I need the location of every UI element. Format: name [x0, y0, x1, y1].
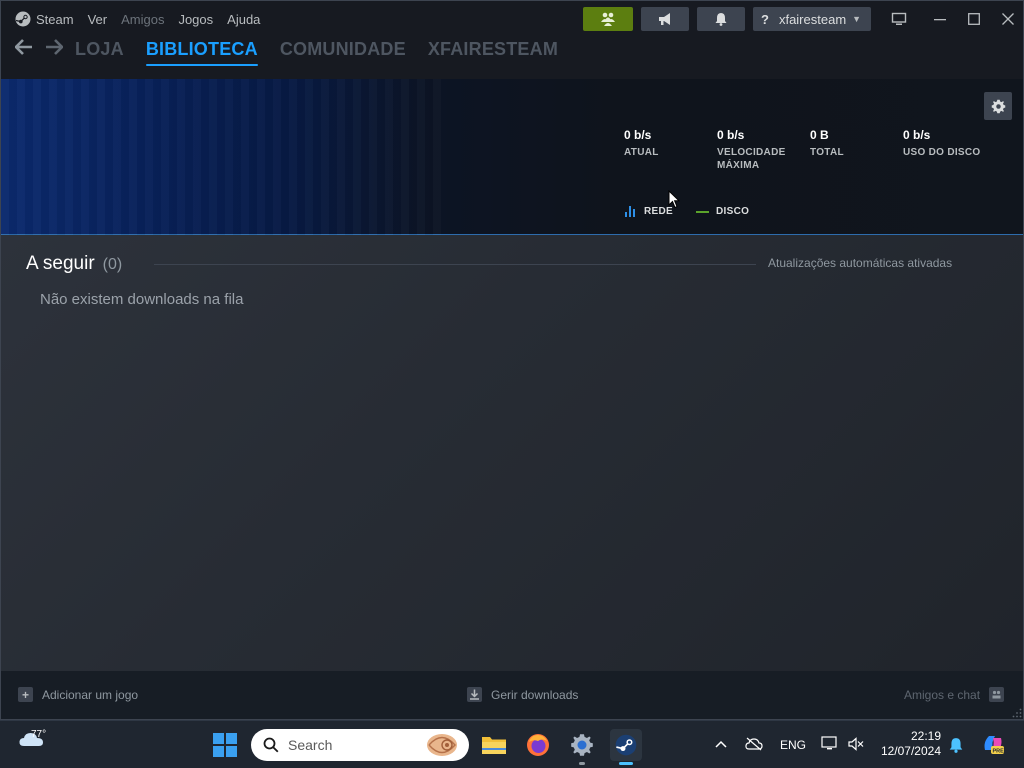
legend-disco[interactable]: DISCO	[696, 206, 749, 217]
help-icon: ?	[761, 11, 769, 27]
system-tray: ENG 22:19 12/07/2024 PRE	[0, 721, 1024, 768]
account-name: xfairesteam	[778, 11, 847, 27]
download-stats-panel: 0 b/s ATUAL 0 b/s VELOCIDADE MÁXIMA 0 B …	[1, 79, 1023, 235]
close-icon	[1002, 13, 1014, 25]
gear-icon	[991, 99, 1005, 113]
clock[interactable]: 22:19 12/07/2024	[879, 729, 941, 759]
empty-queue-message: Não existem downloads na fila	[40, 291, 244, 308]
legend-rede[interactable]: REDE	[625, 206, 673, 217]
stat-disco-label: USO DO DISCO	[903, 147, 981, 158]
clock-time: 22:19	[910, 729, 941, 743]
maximize-icon	[968, 13, 980, 25]
stat-atual-value: 0 b/s	[624, 128, 652, 142]
megaphone-icon	[659, 13, 670, 25]
chat-icon	[989, 687, 1005, 702]
add-game-button[interactable]: + Adicionar um jogo	[18, 687, 138, 702]
copilot-icon[interactable]: PRE	[981, 732, 1005, 756]
chevron-down-icon: ▼	[852, 14, 862, 24]
maximize-button[interactable]	[957, 1, 991, 37]
download-queue: A seguir (0) Atualizações automáticas at…	[1, 235, 1023, 671]
friends-chat-label: Amigos e chat	[904, 687, 981, 702]
friends-icon	[601, 12, 615, 26]
clock-date: 12/07/2024	[880, 744, 941, 758]
steam-logo-icon	[15, 11, 31, 27]
minimize-button[interactable]	[923, 1, 957, 37]
svg-text:PRE: PRE	[993, 749, 1005, 755]
back-arrow-icon[interactable]	[14, 38, 45, 61]
tab-profile[interactable]: XFAIRESTEAM	[428, 39, 558, 60]
menu-ver[interactable]: Ver	[88, 12, 108, 27]
close-button[interactable]	[991, 1, 1023, 37]
main-navigation: LOJA BIBLIOTECA COMUNIDADE XFAIRESTEAM	[1, 29, 580, 69]
menu-jogos[interactable]: Jogos	[178, 12, 213, 27]
minimize-icon	[934, 19, 946, 21]
steam-menu[interactable]: Steam	[15, 11, 74, 27]
stat-velocidade-value: 0 b/s	[717, 128, 745, 142]
stat-atual-label: ATUAL	[624, 147, 659, 158]
line-icon	[696, 210, 709, 213]
bar-chart-icon	[625, 206, 637, 217]
manage-downloads-button[interactable]: Gerir downloads	[467, 687, 578, 702]
chevron-up-icon[interactable]	[715, 740, 727, 748]
menu-ajuda[interactable]: Ajuda	[227, 12, 260, 27]
forward-arrow-icon[interactable]	[45, 38, 75, 61]
steam-menu-label: Steam	[36, 11, 74, 27]
stat-velocidade-maxima: 0 b/s VELOCIDADE MÁXIMA	[717, 128, 793, 172]
notifications-button[interactable]	[697, 7, 745, 31]
onedrive-offline-icon[interactable]	[745, 737, 763, 751]
queue-divider	[154, 264, 756, 265]
download-icon	[467, 687, 482, 702]
add-game-label: Adicionar um jogo	[42, 687, 139, 702]
stat-velocidade-label: VELOCIDADE MÁXIMA	[717, 147, 786, 171]
notification-bell-icon[interactable]	[949, 737, 963, 753]
volume-muted-icon[interactable]	[848, 737, 864, 751]
big-picture-button[interactable]	[879, 1, 919, 37]
windows-taskbar: 77° Search ENG 22:19 12/07/2024 PRE	[0, 720, 1024, 768]
mouse-cursor-icon	[668, 190, 680, 209]
resize-grip-icon[interactable]	[1012, 708, 1022, 718]
tab-comunidade[interactable]: COMUNIDADE	[280, 39, 406, 60]
account-menu-button[interactable]: ? xfairesteam ▼	[753, 7, 871, 31]
footer-bar: + Adicionar um jogo Gerir downloads Amig…	[1, 671, 1023, 719]
stat-total-value: 0 B	[810, 128, 829, 142]
plus-icon: +	[18, 687, 33, 702]
tab-biblioteca[interactable]: BIBLIOTECA	[145, 39, 258, 66]
download-settings-button[interactable]	[984, 92, 1012, 120]
stat-total: 0 B TOTAL	[810, 128, 844, 159]
stat-disco-value: 0 b/s	[903, 128, 931, 142]
menu-amigos[interactable]: Amigos	[121, 12, 164, 27]
queue-title: A seguir	[26, 253, 95, 274]
tab-loja[interactable]: LOJA	[75, 39, 124, 60]
manage-downloads-label: Gerir downloads	[491, 687, 579, 702]
queue-count: (0)	[102, 256, 123, 273]
auto-updates-status[interactable]: Atualizações automáticas ativadas	[768, 256, 952, 270]
queue-header: A seguir (0)	[26, 253, 122, 275]
big-picture-icon	[891, 12, 907, 25]
friends-activity-button[interactable]	[583, 7, 633, 31]
input-language[interactable]: ENG	[780, 738, 806, 752]
stat-total-label: TOTAL	[810, 147, 844, 158]
announcements-button[interactable]	[641, 7, 689, 31]
bell-icon	[715, 13, 727, 26]
steam-window: Steam Ver Amigos Jogos Ajuda ? xfaireste…	[0, 0, 1024, 720]
stat-uso-disco: 0 b/s USO DO DISCO	[903, 128, 981, 159]
title-bar-controls: ? xfairesteam ▼	[583, 1, 1023, 37]
legend-disco-label: DISCO	[716, 206, 750, 217]
network-icon[interactable]	[821, 736, 838, 751]
stat-atual: 0 b/s ATUAL	[624, 128, 659, 159]
friends-chat-button[interactable]: Amigos e chat	[904, 687, 1005, 702]
